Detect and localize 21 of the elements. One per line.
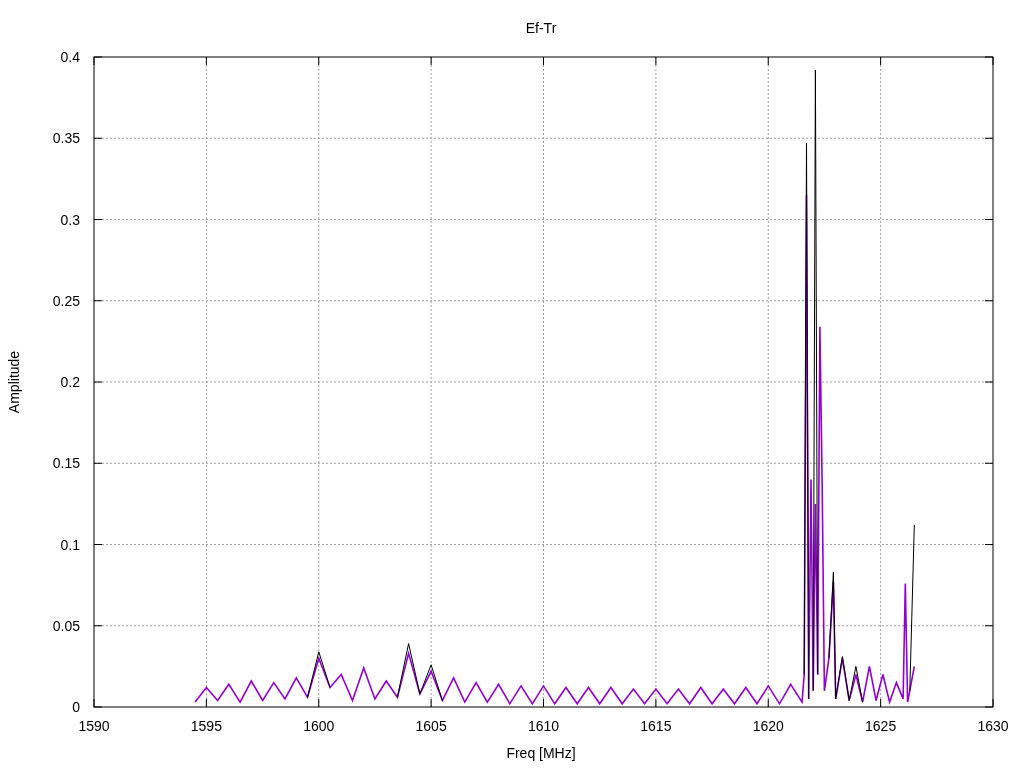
tick-label: 1590	[78, 718, 110, 734]
tick-label: 0.4	[60, 49, 80, 65]
tick-label: 0.3	[60, 211, 80, 228]
tick-label: 1620	[752, 718, 784, 734]
tick-label: 1600	[303, 718, 335, 734]
tick-label: 0.25	[52, 292, 80, 309]
tick-label: 1610	[527, 718, 560, 734]
tick-label: 1630	[977, 718, 1009, 734]
tick-label: 1615	[640, 718, 672, 734]
tick-label: 0	[72, 699, 80, 715]
axis-label: Amplitude	[6, 350, 22, 414]
tick-label: 0.15	[52, 455, 80, 472]
tick-label: 0.2	[60, 374, 80, 390]
tick-label: 1625	[865, 718, 897, 734]
tick-label: 1605	[415, 718, 447, 734]
tick-label: 1595	[190, 718, 222, 734]
axis-label: Freq [MHz]	[506, 745, 576, 761]
tick-label: 0.35	[52, 130, 80, 147]
tick-label: 0.05	[52, 617, 80, 634]
tick-label: 0.1	[60, 536, 80, 553]
chart-title: Ef-Tr	[525, 20, 557, 36]
